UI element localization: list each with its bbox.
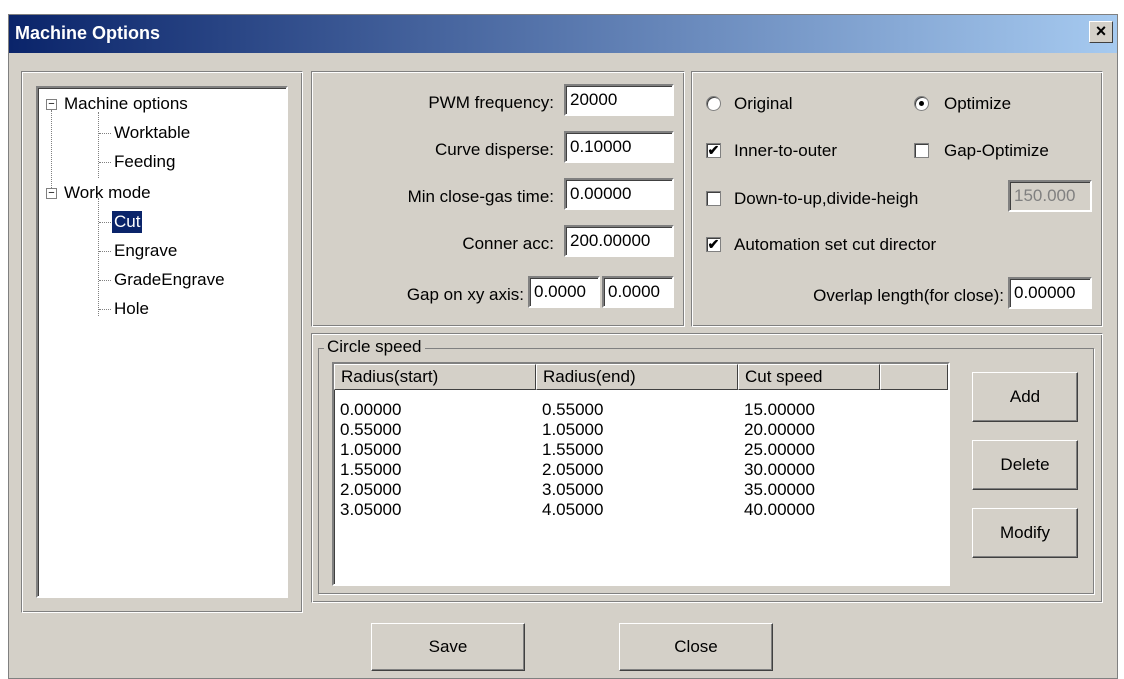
tree-item-hole[interactable]: Hole [114,298,149,320]
table-cell: 2.05000 [542,460,604,479]
overlap-length-label: Overlap length(for close): [813,286,1004,305]
down-to-up-checkbox[interactable] [706,191,721,206]
pwm-frequency-input[interactable] [564,84,674,116]
table-cell: 1.55000 [340,460,402,479]
table-cell: 1.05000 [340,440,402,459]
table-cell: 3.05000 [542,480,604,499]
gap-optimize-checkbox[interactable] [914,143,929,158]
delete-button[interactable]: Delete [972,440,1078,490]
original-radio[interactable] [706,96,721,111]
table-cell: 1.55000 [542,440,604,459]
conner-acc-label: Conner acc: [462,234,554,253]
original-label: Original [734,94,793,113]
table-cell: 0.55000 [542,400,604,419]
tree-item-machine-options[interactable]: Machine options [64,93,188,115]
column-header-radius-start[interactable]: Radius(start) [334,364,536,390]
tree-item-feeding[interactable]: Feeding [114,151,175,173]
table-cell: 0.55000 [340,420,402,439]
column-header-cut-speed[interactable]: Cut speed [738,364,880,390]
curve-disperse-label: Curve disperse: [434,140,554,159]
table-cell: 15.00000 [744,400,815,419]
table-cell: 40.00000 [744,500,815,519]
add-button[interactable]: Add [972,372,1078,422]
inner-to-outer-label: Inner-to-outer [734,141,837,160]
divide-height-input [1008,180,1092,212]
circle-speed-table: Radius(start) Radius(end) Cut speed 0.00… [332,362,950,586]
close-button[interactable]: Close [619,623,773,671]
tree-item-worktable[interactable]: Worktable [114,122,190,144]
table-cell: 1.05000 [542,420,604,439]
cut-options-panel: Original Optimize ✔ Inner-to-outer Gap-O… [691,71,1103,327]
circle-speed-panel: Circle speed Radius(start) Radius(end) C… [311,333,1103,603]
tree-item-engrave[interactable]: Engrave [114,240,177,262]
overlap-length-input[interactable] [1008,277,1092,309]
column-header-empty [880,364,948,390]
tree-item-work-mode[interactable]: Work mode [64,182,151,204]
down-to-up-label: Down-to-up,divide-heigh [734,189,919,208]
optimize-radio[interactable] [914,96,929,111]
collapse-machine-options-icon[interactable]: − [46,99,57,110]
table-cell: 35.00000 [744,480,815,499]
tree-panel: − Machine options Worktable Feeding − Wo… [21,71,303,613]
table-cell: 3.05000 [340,500,402,519]
table-cell: 2.05000 [340,480,402,499]
column-header-radius-end[interactable]: Radius(end) [536,364,738,390]
pwm-frequency-label: PWM frequency: [428,93,554,112]
gap-y-input[interactable] [602,276,674,308]
gap-optimize-label: Gap-Optimize [944,141,1049,160]
gap-x-input[interactable] [528,276,600,308]
circle-speed-title: Circle speed [324,337,425,357]
optimize-label: Optimize [944,94,1012,113]
tree-item-cut[interactable]: Cut [112,211,143,233]
title-bar: Machine Options × [9,15,1117,53]
inner-to-outer-checkbox[interactable]: ✔ [706,143,721,158]
min-close-gas-time-label: Min close-gas time: [407,187,554,206]
table-cell: 4.05000 [542,500,604,519]
save-button[interactable]: Save [371,623,525,671]
table-cell: 0.00000 [340,400,402,419]
window-title: Machine Options [15,23,161,43]
close-icon[interactable]: × [1089,21,1113,43]
machine-options-dialog: Machine Options × − Machine options Work… [8,14,1118,679]
gap-on-xy-label: Gap on xy axis: [406,285,524,304]
modify-button[interactable]: Modify [972,508,1078,558]
min-close-gas-time-input[interactable] [564,178,674,210]
auto-cut-director-label: Automation set cut director [734,235,937,254]
table-cell: 20.00000 [744,420,815,439]
conner-acc-input[interactable] [564,225,674,257]
table-cell: 25.00000 [744,440,815,459]
options-tree: − Machine options Worktable Feeding − Wo… [36,86,288,598]
collapse-work-mode-icon[interactable]: − [46,188,57,199]
tree-item-gradeengrave[interactable]: GradeEngrave [114,269,225,291]
table-cell: 30.00000 [744,460,815,479]
curve-disperse-input[interactable] [564,131,674,163]
auto-cut-director-checkbox[interactable]: ✔ [706,237,721,252]
params-panel: PWM frequency: Curve disperse: Min close… [311,71,685,327]
